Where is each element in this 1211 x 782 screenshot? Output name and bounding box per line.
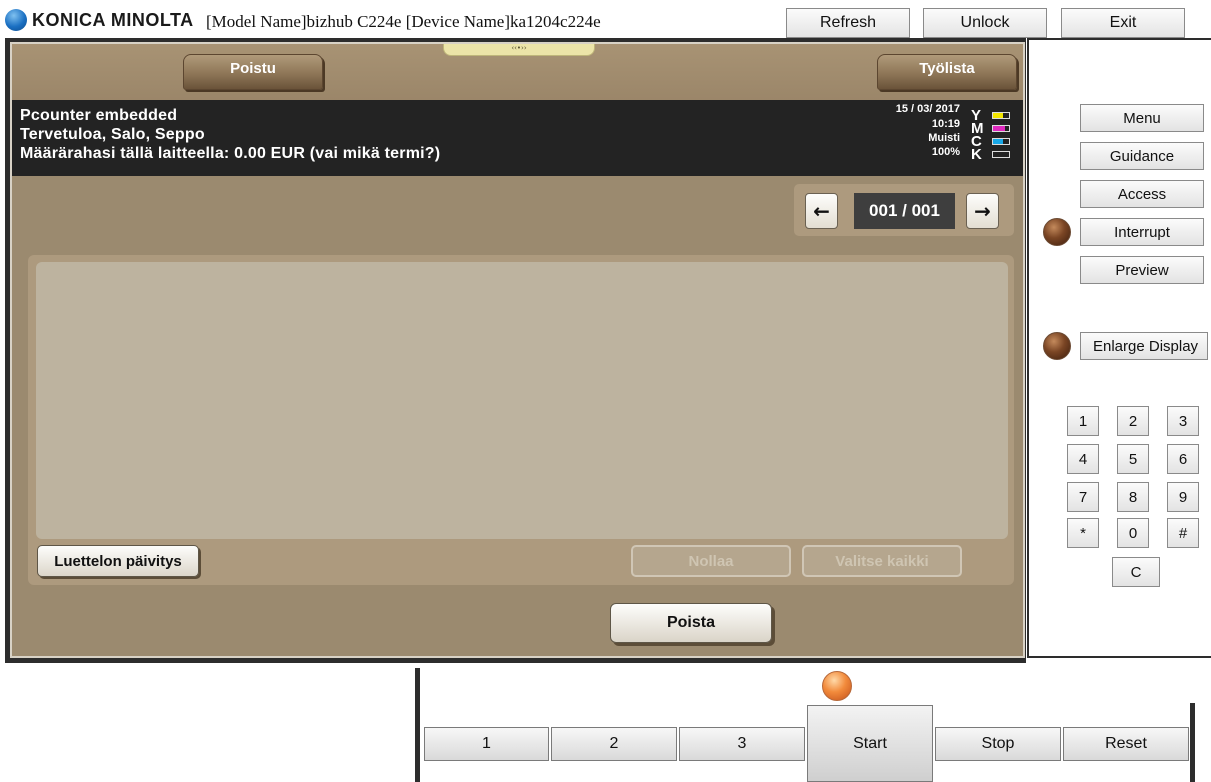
next-page-arrow-icon[interactable]: →	[966, 193, 999, 229]
keypad-key-0[interactable]: 0	[1117, 518, 1149, 548]
reset-selection-button[interactable]: Nollaa	[631, 545, 791, 577]
toner-level-cyan	[992, 138, 1010, 145]
start-button[interactable]: Start	[807, 705, 933, 782]
bottom-panel-left-edge	[415, 668, 420, 782]
keypad-key-2[interactable]: 2	[1117, 406, 1149, 436]
program-button-3[interactable]: 3	[679, 727, 805, 761]
refresh-list-button[interactable]: Luettelon päivitys	[37, 545, 199, 577]
welcome-text: Tervetuloa, Salo, Seppo	[20, 126, 205, 143]
start-indicator-light-icon	[822, 671, 852, 701]
unlock-button[interactable]: Unlock	[923, 8, 1047, 38]
status-time: 10:19	[931, 118, 960, 130]
page-counter: 001 / 001	[854, 193, 955, 229]
stop-button[interactable]: Stop	[935, 727, 1061, 761]
toner-level-yellow	[992, 112, 1010, 119]
status-memory-label: Muisti	[928, 132, 960, 144]
menu-button[interactable]: Menu	[1080, 104, 1204, 132]
reset-button[interactable]: Reset	[1063, 727, 1189, 761]
keypad-key-3[interactable]: 3	[1167, 406, 1199, 436]
device-model-info: [Model Name]bizhub C224e [Device Name]ka…	[206, 12, 601, 31]
access-button[interactable]: Access	[1080, 180, 1204, 208]
keypad-key-8[interactable]: 8	[1117, 482, 1149, 512]
bottom-panel-right-edge	[1190, 703, 1195, 782]
quota-text: Määrärahasi tällä laitteella: 0.00 EUR (…	[20, 145, 441, 162]
exit-button[interactable]: Exit	[1061, 8, 1185, 38]
keypad-key-4[interactable]: 4	[1067, 444, 1099, 474]
job-list-area[interactable]	[36, 262, 1008, 539]
keypad-key-9[interactable]: 9	[1167, 482, 1199, 512]
toner-level-magenta	[992, 125, 1010, 132]
program-button-1[interactable]: 1	[424, 727, 549, 761]
select-all-button[interactable]: Valitse kaikki	[802, 545, 962, 577]
keypad-key-hash[interactable]: #	[1167, 518, 1199, 548]
previous-page-arrow-icon[interactable]: ←	[805, 193, 838, 229]
interrupt-button[interactable]: Interrupt	[1080, 218, 1204, 246]
keypad-key-7[interactable]: 7	[1067, 482, 1099, 512]
status-date: 15 / 03/ 2017	[895, 103, 960, 115]
status-memory-value: 100%	[931, 146, 960, 158]
screen-drag-handle[interactable]: ‹‹•››	[443, 44, 595, 56]
job-list-tab-button[interactable]: Työlista	[877, 54, 1017, 90]
program-button-2[interactable]: 2	[551, 727, 677, 761]
delete-button[interactable]: Poista	[610, 603, 772, 643]
konica-minolta-logo-icon	[5, 9, 27, 31]
enlarge-display-button[interactable]: Enlarge Display	[1080, 332, 1208, 360]
keypad-key-1[interactable]: 1	[1067, 406, 1099, 436]
guidance-button[interactable]: Guidance	[1080, 142, 1204, 170]
preview-button[interactable]: Preview	[1080, 256, 1204, 284]
toner-level-black	[992, 151, 1010, 158]
brand-name: KONICA MINOLTA	[32, 10, 194, 30]
toner-letter-k: K	[971, 146, 982, 163]
app-name: Pcounter embedded	[20, 107, 178, 124]
interrupt-indicator-light-icon	[1043, 218, 1071, 246]
enlarge-display-indicator-light-icon	[1043, 332, 1071, 360]
refresh-button[interactable]: Refresh	[786, 8, 910, 38]
keypad-key-asterisk[interactable]: *	[1067, 518, 1099, 548]
keypad-key-6[interactable]: 6	[1167, 444, 1199, 474]
exit-tab-button[interactable]: Poistu	[183, 54, 323, 90]
keypad-key-5[interactable]: 5	[1117, 444, 1149, 474]
keypad-clear-key[interactable]: C	[1112, 557, 1160, 587]
